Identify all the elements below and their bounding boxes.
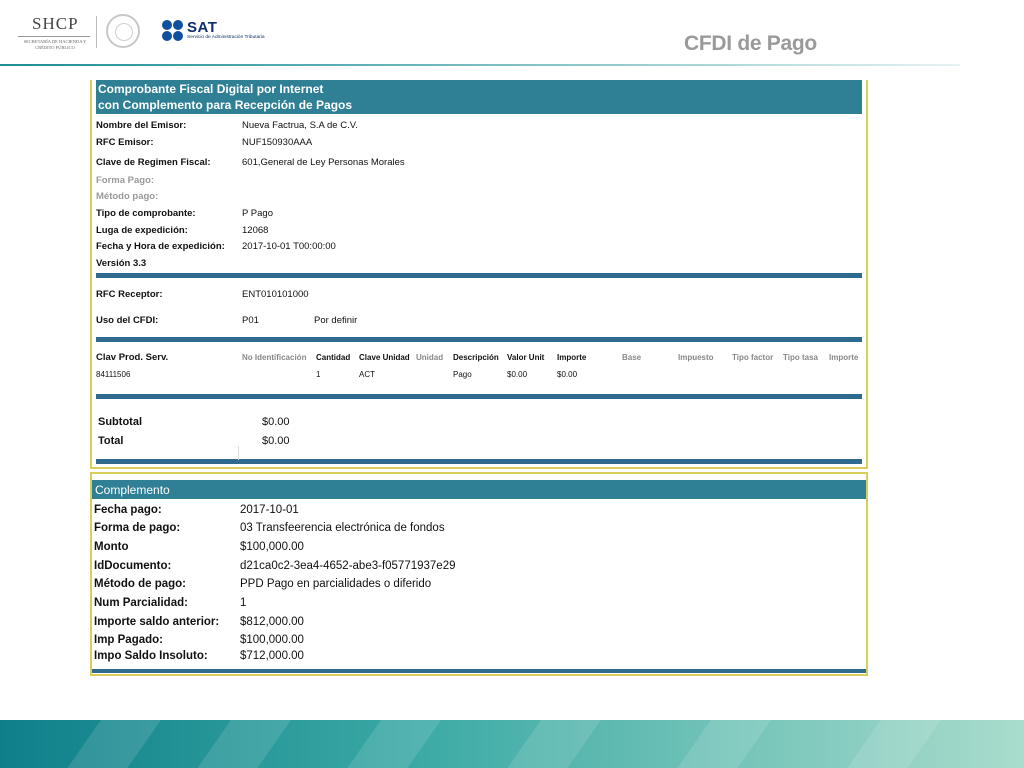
- field-value: NUF150930AAA: [242, 137, 313, 148]
- comprobante-title-line1: Comprobante Fiscal Digital por Internet: [98, 82, 324, 96]
- shcp-logo: SHCP SECRETARÍA DE HACIENDA Y CRÉDITO PÚ…: [18, 14, 90, 54]
- section-separator: [96, 459, 862, 464]
- table-header: Importe: [829, 353, 859, 362]
- section-separator: [96, 394, 862, 399]
- field-value: P Pago: [242, 208, 273, 219]
- table-header: Valor Unit: [507, 353, 545, 362]
- sat-dots-icon: [162, 20, 184, 42]
- total-value: $0.00: [262, 435, 290, 447]
- uso-cfdi-desc: Por definir: [314, 315, 358, 326]
- complemento-field-label: Importe saldo anterior:: [94, 616, 220, 628]
- sat-logo-subtitle: Servicio de Administración Tributaria: [187, 35, 265, 40]
- complemento-field-label: Forma de pago:: [94, 522, 181, 534]
- complemento-field-label: Num Parcialidad:: [94, 597, 188, 609]
- section-separator: [96, 337, 862, 342]
- shcp-logo-text: SHCP: [32, 14, 79, 33]
- subtotal-label: Subtotal: [98, 416, 142, 428]
- comprobante-header: Comprobante Fiscal Digital por Internet …: [96, 80, 862, 114]
- complemento-field-value: $712,000.00: [240, 650, 304, 662]
- field-label: Nombre del Emisor:: [96, 120, 187, 131]
- complemento-field-label: Método de pago:: [94, 578, 186, 590]
- complemento-field-label: Impo Saldo Insoluto:: [94, 650, 208, 662]
- subtotal-value: $0.00: [262, 416, 290, 428]
- field-label: Tipo de comprobante:: [96, 208, 196, 219]
- rfc-receptor-label: RFC Receptor:: [96, 289, 163, 300]
- rfc-receptor-value: ENT010101000: [242, 289, 309, 300]
- shcp-logo-subtitle: SECRETARÍA DE HACIENDA Y CRÉDITO PÚBLICO: [23, 39, 87, 50]
- field-label: Fecha y Hora de expedición:: [96, 241, 225, 252]
- sat-logo-text: SAT: [187, 19, 218, 36]
- field-label: Clave de Regimen Fiscal:: [96, 157, 211, 168]
- complemento-field-label: Monto: [94, 541, 129, 553]
- table-header: Clave Unidad: [359, 353, 410, 362]
- mexico-seal-icon: [106, 14, 140, 48]
- complemento-field-value: $100,000.00: [240, 634, 304, 646]
- table-cell: Pago: [453, 370, 472, 379]
- table-header: No Identificación: [242, 353, 307, 362]
- complemento-panel: Complemento Fecha pago: 2017-10-01 Forma…: [90, 472, 868, 676]
- field-label: Método pago:: [96, 191, 159, 202]
- complemento-field-value: 03 Transfeerencia electrónica de fondos: [240, 522, 445, 534]
- header-rule: [0, 64, 960, 66]
- table-cell: ACT: [359, 370, 375, 379]
- section-separator: [96, 273, 862, 278]
- field-label: Luga de expedición:: [96, 225, 188, 236]
- complemento-field-value: 2017-10-01: [240, 504, 299, 516]
- field-value: Nueva Factrua, S.A de C.V.: [242, 120, 358, 131]
- complemento-field-value: d21ca0c2-3ea4-4652-abe3-f05771937e29: [240, 560, 456, 572]
- table-header: Importe: [557, 353, 587, 362]
- uso-cfdi-code: P01: [242, 315, 259, 326]
- slide-title: CFDI de Pago: [684, 32, 817, 55]
- section-separator: [92, 669, 866, 673]
- field-value: 2017-10-01 T00:00:00: [242, 241, 336, 252]
- table-header: Cantidad: [316, 353, 351, 362]
- complemento-field-value: PPD Pago en parcialidades o diferido: [240, 578, 432, 590]
- complemento-field-label: Imp Pagado:: [94, 634, 164, 646]
- sat-logo: SAT Servicio de Administración Tributari…: [162, 19, 282, 44]
- table-header: Base: [622, 353, 642, 362]
- table-cell: 1: [316, 370, 321, 379]
- complemento-title: Complemento: [95, 483, 170, 497]
- table-header: Tipo tasa: [783, 353, 818, 362]
- table-cell: $0.00: [557, 370, 578, 379]
- field-value: 12068: [242, 225, 269, 236]
- complemento-field-value: $100,000.00: [240, 541, 304, 553]
- comprobante-title-line2: con Complemento para Recepción de Pagos: [98, 98, 353, 112]
- total-label: Total: [98, 435, 124, 447]
- version-label: Versión 3.3: [96, 258, 147, 269]
- complemento-header: Complemento: [92, 480, 866, 499]
- table-cell: 84111506: [96, 370, 131, 379]
- complemento-field-label: IdDocumento:: [94, 560, 172, 572]
- column-divider: [238, 446, 239, 460]
- uso-cfdi-label: Uso del CFDI:: [96, 315, 159, 326]
- complemento-field-value: 1: [240, 597, 247, 609]
- slide-header: SHCP SECRETARÍA DE HACIENDA Y CRÉDITO PÚ…: [0, 0, 1024, 70]
- table-header: Descripción: [453, 353, 499, 362]
- field-label: Forma Pago:: [96, 175, 155, 186]
- table-header: Impuesto: [678, 353, 714, 362]
- table-header: Unidad: [416, 353, 444, 362]
- table-cell: $0.00: [507, 370, 528, 379]
- field-value: 601,General de Ley Personas Morales: [242, 157, 405, 168]
- complemento-field-label: Fecha pago:: [94, 504, 162, 516]
- logo-divider: [96, 16, 97, 48]
- table-header: Clav Prod. Serv.: [96, 352, 169, 363]
- table-header: Tipo factor: [732, 353, 774, 362]
- complemento-field-value: $812,000.00: [240, 616, 304, 628]
- field-label: RFC Emisor:: [96, 137, 154, 148]
- slide-footer-band: [0, 720, 1024, 768]
- comprobante-panel: Comprobante Fiscal Digital por Internet …: [90, 80, 868, 469]
